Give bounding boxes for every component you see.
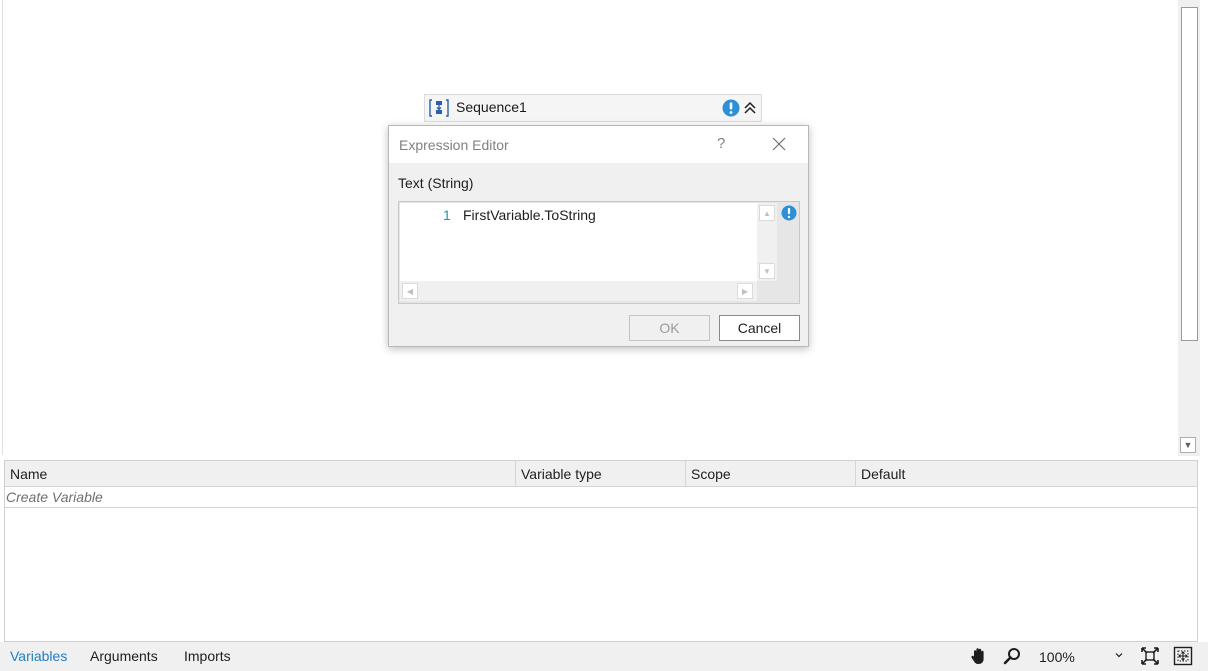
close-icon[interactable] <box>772 137 786 151</box>
tab-imports[interactable]: Imports <box>184 648 231 664</box>
scroll-right-icon[interactable]: ▶ <box>737 283 753 299</box>
warning-icon[interactable] <box>781 205 797 221</box>
scroll-up-icon[interactable]: ▲ <box>759 205 775 221</box>
tab-variables[interactable]: Variables <box>10 648 67 664</box>
column-header-variable-type[interactable]: Variable type <box>516 461 686 486</box>
ok-button[interactable]: OK <box>629 315 710 341</box>
variables-table-header: Name Variable type Scope Default <box>5 461 1197 487</box>
sequence-title[interactable]: Sequence1 <box>456 99 527 115</box>
designer-vertical-scrollbar[interactable]: ▼ <box>1178 0 1200 456</box>
variables-panel: Name Variable type Scope Default Create … <box>4 460 1198 642</box>
fit-to-screen-icon[interactable] <box>1140 646 1160 666</box>
collapse-up-icon[interactable] <box>741 99 759 117</box>
column-header-scope[interactable]: Scope <box>686 461 856 486</box>
zoom-dropdown[interactable]: 100% <box>1034 645 1128 668</box>
overview-icon[interactable] <box>1173 646 1193 666</box>
dialog-title: Expression Editor <box>399 137 509 153</box>
expression-editor-frame: 1 FirstVariable.ToString ▲ ▼ ◀ ▶ <box>398 201 800 304</box>
expression-label: Text (String) <box>398 175 474 191</box>
help-button[interactable]: ? <box>717 135 725 152</box>
column-header-name[interactable]: Name <box>5 461 516 486</box>
scroll-left-icon[interactable]: ◀ <box>402 283 418 299</box>
scroll-down-icon[interactable]: ▼ <box>759 263 775 279</box>
tab-arguments[interactable]: Arguments <box>90 648 158 664</box>
expression-editor-dialog: Expression Editor ? Text (String) 1 Firs… <box>388 125 809 347</box>
expression-code[interactable]: FirstVariable.ToString <box>463 207 596 223</box>
warning-icon[interactable] <box>722 99 740 117</box>
hand-pan-icon[interactable] <box>969 646 989 666</box>
zoom-search-icon[interactable] <box>1003 647 1021 665</box>
expression-input[interactable]: 1 FirstVariable.ToString <box>400 203 757 281</box>
editor-horizontal-scrollbar[interactable]: ◀ ▶ <box>400 281 757 301</box>
column-header-default[interactable]: Default <box>856 461 1197 486</box>
dialog-titlebar[interactable]: Expression Editor ? <box>389 126 808 163</box>
sequence-icon <box>429 99 449 117</box>
zoom-value: 100% <box>1039 649 1075 665</box>
chevron-down-icon <box>1115 653 1123 658</box>
editor-vertical-scrollbar[interactable]: ▲ ▼ <box>757 203 777 281</box>
sequence-activity[interactable]: Sequence1 <box>424 94 762 122</box>
designer-bottom-bar: Variables Arguments Imports 100% <box>0 642 1208 671</box>
create-variable-placeholder[interactable]: Create Variable <box>6 489 103 505</box>
create-variable-row[interactable]: Create Variable <box>5 487 1197 508</box>
cancel-button[interactable]: Cancel <box>719 315 800 341</box>
line-number: 1 <box>443 207 451 223</box>
scrollbar-thumb[interactable] <box>1181 7 1198 341</box>
scroll-down-icon[interactable]: ▼ <box>1180 437 1196 453</box>
